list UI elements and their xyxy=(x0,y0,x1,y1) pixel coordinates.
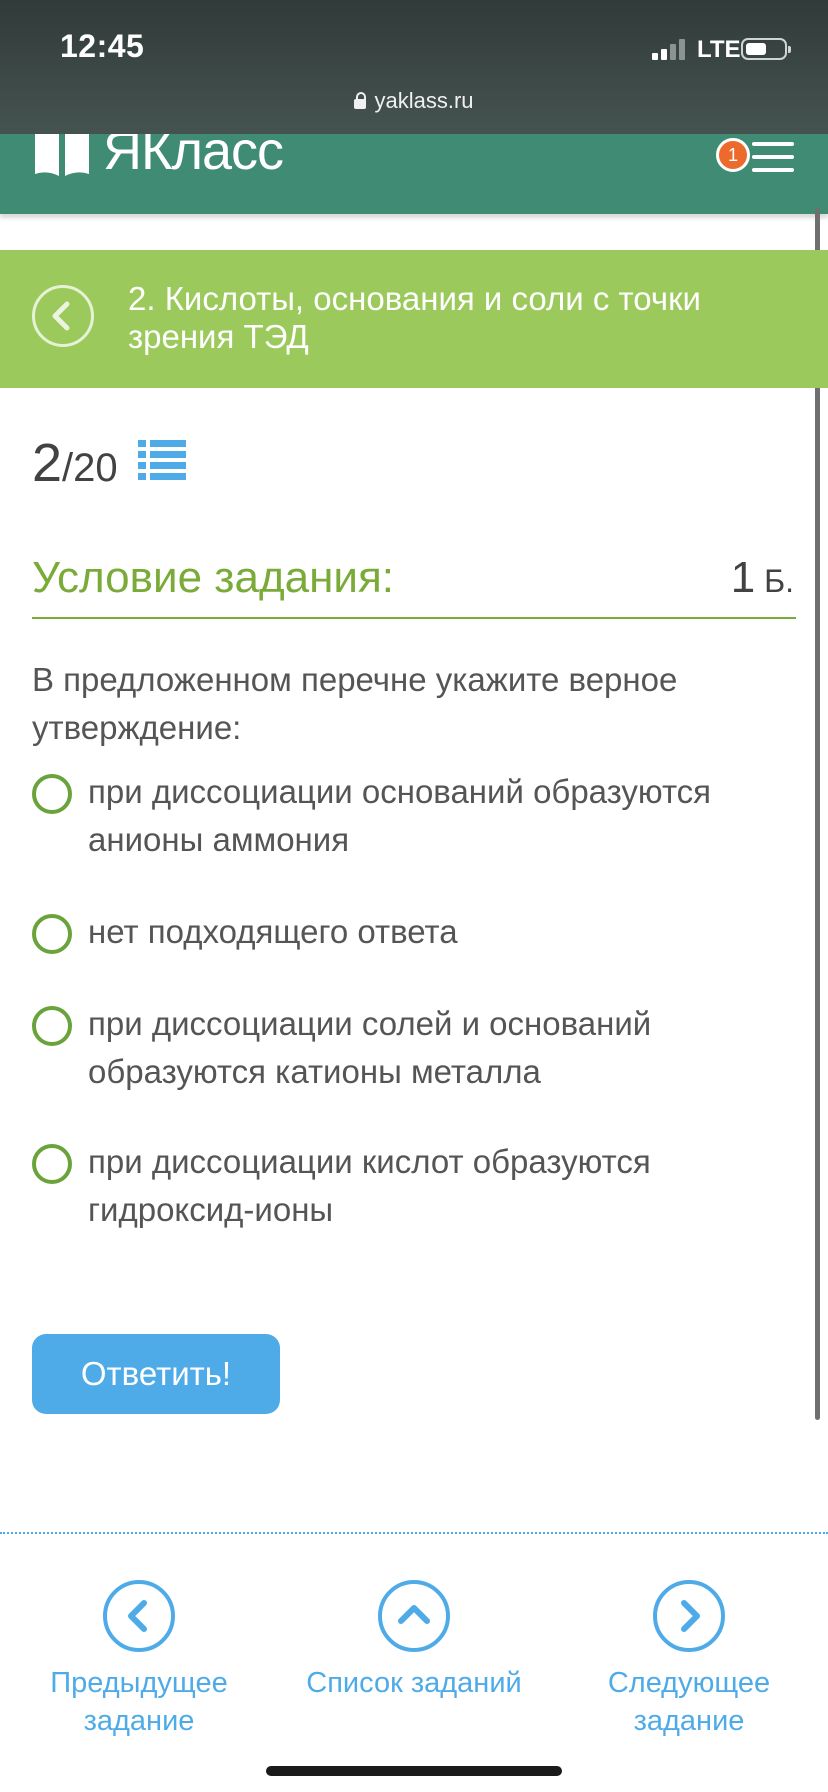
hamburger-menu-icon[interactable] xyxy=(752,142,794,172)
chevron-left-icon xyxy=(52,301,70,331)
question-text: В предложенном перечне укажите верное ут… xyxy=(32,661,678,746)
next-task-button[interactable]: Следующее задание xyxy=(564,1580,814,1740)
submit-answer-button[interactable]: Ответить! xyxy=(32,1334,280,1414)
status-bar: 12:45 LTE yaklass.ru xyxy=(0,0,828,134)
task-points: 1 Б. xyxy=(731,553,794,603)
chevron-left-icon xyxy=(128,1600,147,1632)
task-total: /20 xyxy=(62,446,118,490)
topic-title: 2. Кислоты, основания и соли с точки зре… xyxy=(128,280,701,355)
task-current: 2 xyxy=(32,433,63,493)
answer-option-1[interactable]: при диссоциации оснований образуются ани… xyxy=(32,768,792,868)
answer-option-3[interactable]: при диссоциации солей и оснований образу… xyxy=(32,1000,792,1100)
answer-option-4[interactable]: при диссоциации кислот образуются гидрок… xyxy=(32,1138,792,1238)
radio-button[interactable] xyxy=(32,914,72,954)
previous-task-label-line1: Предыдущее xyxy=(50,1667,228,1699)
lock-icon xyxy=(354,92,367,109)
signal-strength-icon xyxy=(652,36,688,60)
condition-title: Условие задания: xyxy=(32,553,395,602)
previous-task-label-line2: задание xyxy=(83,1705,195,1737)
points-unit: Б. xyxy=(755,563,794,599)
notification-badge[interactable]: 1 xyxy=(716,138,750,172)
chevron-up-icon xyxy=(398,1605,430,1624)
radio-button[interactable] xyxy=(32,1006,72,1046)
url-text: yaklass.ru xyxy=(374,88,474,113)
option-label: при диссоциации оснований образуются ани… xyxy=(88,773,712,858)
option-label: нет подходящего ответа xyxy=(88,913,458,950)
task-list-button[interactable]: Список заданий xyxy=(289,1580,539,1702)
points-value: 1 xyxy=(730,553,756,602)
option-label: при диссоциации кислот образуются гидрок… xyxy=(88,1143,651,1228)
site-logo[interactable]: ЯКласс xyxy=(103,134,284,182)
option-label: при диссоциации солей и оснований образу… xyxy=(88,1005,652,1090)
battery-icon xyxy=(741,38,791,60)
network-type: LTE xyxy=(697,36,741,63)
browser-url-bar[interactable]: yaklass.ru xyxy=(0,88,828,114)
home-indicator[interactable] xyxy=(266,1766,562,1776)
scrollbar[interactable] xyxy=(815,208,820,1420)
chevron-right-icon xyxy=(681,1600,700,1632)
topic-bar: 2. Кислоты, основания и соли с точки зре… xyxy=(0,250,828,388)
book-logo-icon[interactable] xyxy=(33,134,91,176)
task-counter: 2/20 xyxy=(32,432,118,494)
status-time: 12:45 xyxy=(60,28,145,64)
next-task-label: Следующее задание xyxy=(564,1664,814,1740)
radio-button[interactable] xyxy=(32,774,72,814)
next-circle[interactable] xyxy=(653,1580,725,1652)
bottom-divider xyxy=(0,1532,828,1534)
next-task-label-line2: задание xyxy=(633,1705,745,1737)
next-task-label-line1: Следующее xyxy=(607,1667,771,1699)
radio-button[interactable] xyxy=(32,1144,72,1184)
condition-divider xyxy=(32,617,796,619)
list-icon[interactable] xyxy=(138,440,186,480)
previous-task-label: Предыдущее задание xyxy=(14,1664,264,1740)
task-list-label: Список заданий xyxy=(306,1667,522,1699)
prev-circle[interactable] xyxy=(103,1580,175,1652)
previous-task-button[interactable]: Предыдущее задание xyxy=(14,1580,264,1740)
site-header: ЯКласс 1 xyxy=(0,134,828,214)
back-button[interactable] xyxy=(32,285,94,347)
answer-option-2[interactable]: нет подходящего ответа xyxy=(32,908,792,958)
list-circle[interactable] xyxy=(378,1580,450,1652)
